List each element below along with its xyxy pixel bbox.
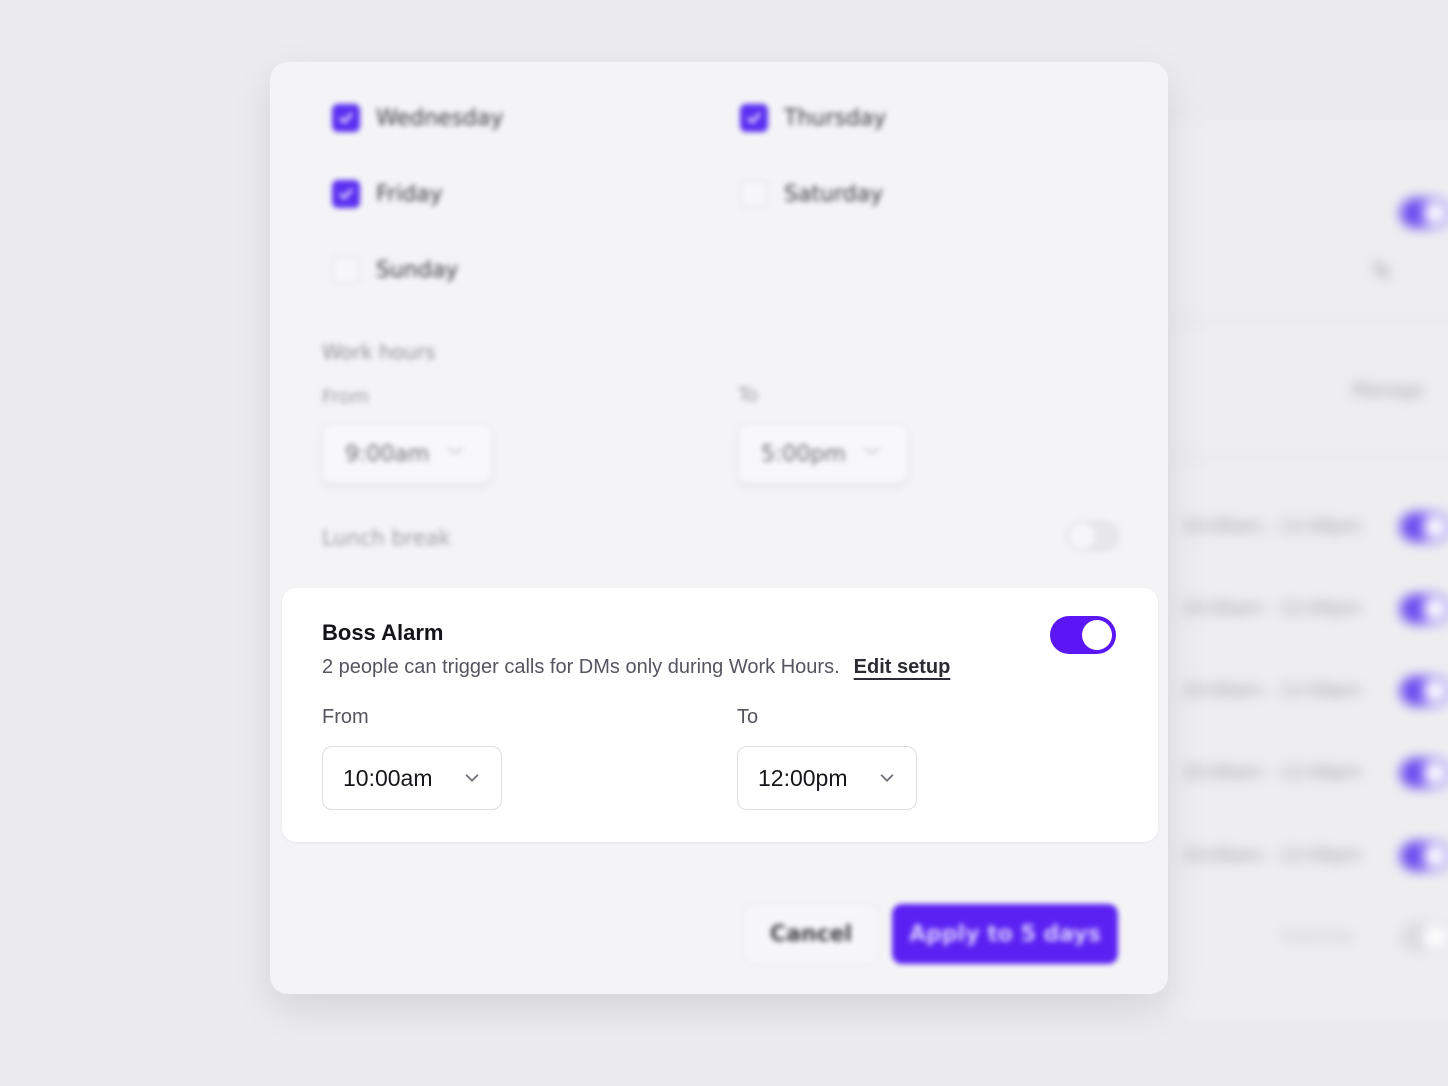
checkbox-checked-icon[interactable] bbox=[740, 104, 768, 132]
select-value: 9:00am bbox=[345, 441, 430, 467]
boss-alarm-from-label: From bbox=[322, 706, 369, 728]
day-label: Wednesday bbox=[376, 105, 504, 131]
day-option-friday[interactable]: Friday bbox=[332, 180, 443, 208]
schedule-row-time: 10:00am - 12:00pm bbox=[1182, 598, 1362, 619]
apply-button[interactable]: Apply to 5 days bbox=[892, 904, 1118, 964]
schedule-row-toggle[interactable] bbox=[1400, 841, 1448, 871]
boss-alarm-from-select[interactable]: 10:00am bbox=[322, 746, 502, 810]
day-option-wednesday[interactable]: Wednesday bbox=[332, 104, 503, 132]
day-label: Friday bbox=[376, 181, 443, 207]
chevron-down-icon bbox=[880, 774, 894, 782]
boss-alarm-description: 2 people can trigger calls for DMs only … bbox=[322, 656, 840, 678]
work-hours-to-label: To bbox=[738, 384, 759, 406]
checkbox-unchecked-icon[interactable] bbox=[740, 180, 768, 208]
select-value: 12:00pm bbox=[758, 764, 848, 791]
select-value: 5:00pm bbox=[761, 441, 846, 467]
day-label: Sunday bbox=[376, 257, 459, 283]
background-toggle[interactable] bbox=[1400, 198, 1448, 228]
day-label: Saturday bbox=[784, 181, 884, 207]
chevron-down-icon: ﹀ bbox=[863, 446, 880, 465]
toggle-knob bbox=[1082, 620, 1112, 650]
schedule-row-time: 10:00am - 12:00pm bbox=[1182, 845, 1362, 866]
boss-alarm-card: Boss Alarm 2 people can trigger calls fo… bbox=[282, 588, 1158, 842]
work-hours-from-select[interactable]: 9:00am ﹀ bbox=[322, 424, 492, 484]
day-option-saturday[interactable]: Saturday bbox=[740, 180, 883, 208]
modal-blurred-content: Wednesday Thursday Friday Saturday Sunda… bbox=[270, 62, 1168, 994]
boss-alarm-title: Boss Alarm bbox=[322, 620, 444, 645]
edit-setup-link[interactable]: Edit setup bbox=[854, 656, 951, 679]
lunch-break-label: Lunch break bbox=[322, 526, 451, 550]
background-panel bbox=[1170, 120, 1448, 1020]
inactive-label: Inactive bbox=[1282, 926, 1354, 947]
chevron-down-icon bbox=[465, 774, 479, 782]
schedule-row-time: 10:00am - 12:00pm bbox=[1182, 680, 1362, 701]
checkbox-checked-icon[interactable] bbox=[332, 180, 360, 208]
schedule-row-time: 10:00am - 12:00pm bbox=[1182, 762, 1362, 783]
checkbox-unchecked-icon[interactable] bbox=[332, 256, 360, 284]
day-option-sunday[interactable]: Sunday bbox=[332, 256, 458, 284]
work-hours-to-select[interactable]: 5:00pm ﹀ bbox=[738, 424, 908, 484]
boss-alarm-description-row: 2 people can trigger calls for DMs only … bbox=[322, 656, 950, 679]
inactive-toggle[interactable] bbox=[1400, 922, 1448, 952]
boss-alarm-to-label: To bbox=[737, 706, 759, 728]
background-divider bbox=[1170, 320, 1448, 322]
work-hours-heading: Work hours bbox=[322, 340, 436, 364]
select-value: 10:00am bbox=[343, 764, 433, 791]
pencil-icon[interactable]: ✎ bbox=[1372, 258, 1398, 286]
schedule-row-toggle[interactable] bbox=[1400, 594, 1448, 624]
boss-alarm-to-select[interactable]: 12:00pm bbox=[737, 746, 917, 810]
cancel-button[interactable]: Cancel bbox=[744, 904, 878, 964]
checkbox-checked-icon[interactable] bbox=[332, 104, 360, 132]
schedule-row-toggle[interactable] bbox=[1400, 676, 1448, 706]
day-option-thursday[interactable]: Thursday bbox=[740, 104, 886, 132]
schedule-row-toggle[interactable] bbox=[1400, 758, 1448, 788]
work-hours-from-label: From bbox=[322, 386, 370, 408]
boss-alarm-toggle[interactable] bbox=[1050, 616, 1116, 654]
background-divider bbox=[1170, 456, 1448, 458]
schedule-row-toggle[interactable] bbox=[1400, 512, 1448, 542]
chevron-down-icon: ﹀ bbox=[447, 446, 464, 465]
schedule-row-time: 10:00am - 12:00pm bbox=[1182, 516, 1362, 537]
manage-link[interactable]: Manage bbox=[1352, 380, 1424, 401]
work-schedule-modal: Wednesday Thursday Friday Saturday Sunda… bbox=[270, 62, 1168, 994]
lunch-break-toggle[interactable] bbox=[1066, 520, 1120, 552]
day-label: Thursday bbox=[784, 105, 887, 131]
